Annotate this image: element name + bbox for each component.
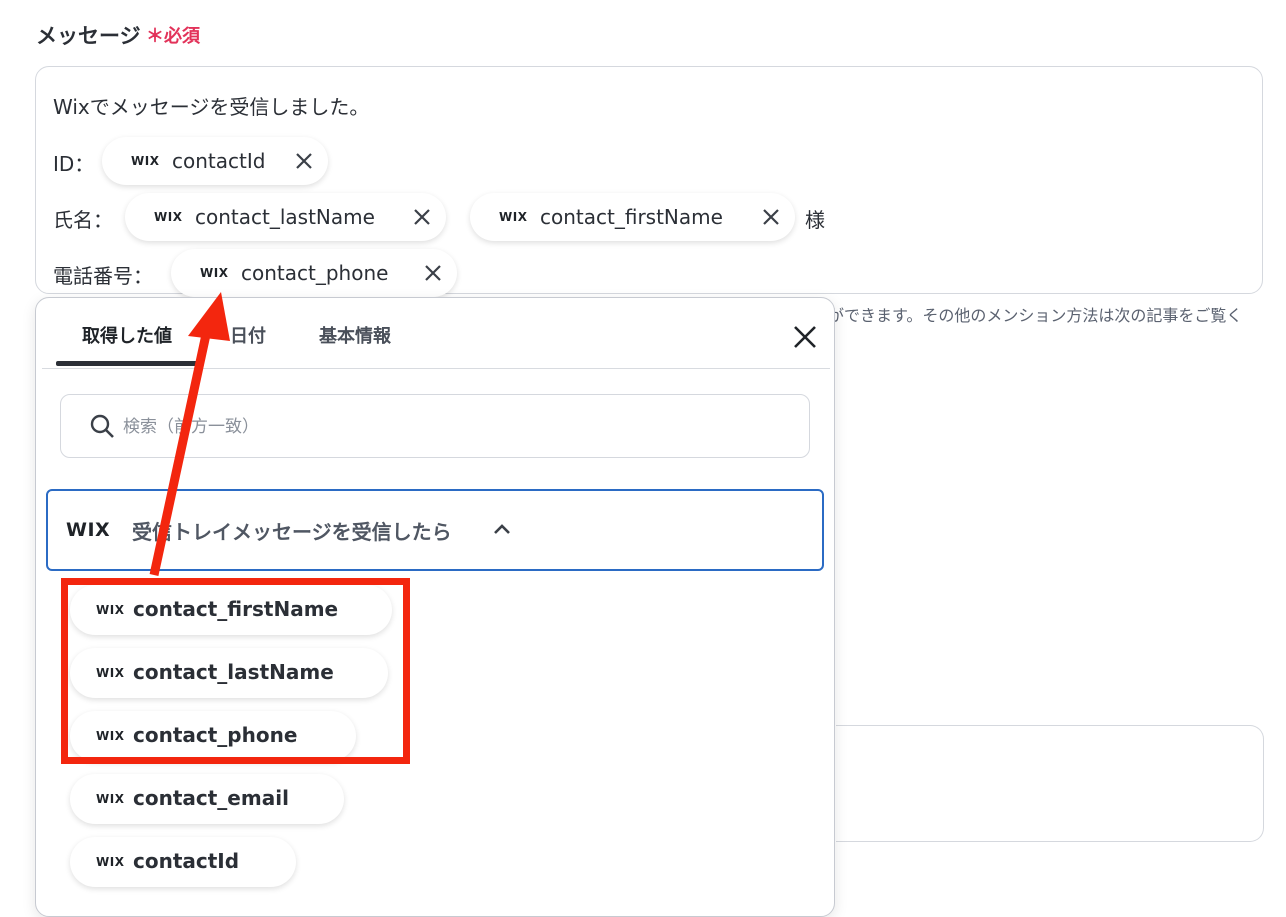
mention-hint-text: ができます。その他のメンション方法は次の記事をご覧く	[828, 306, 1243, 325]
chip-contact-phone[interactable]: WIX contact_phone	[171, 249, 457, 297]
id-prefix: ID：	[53, 152, 95, 176]
remove-chip-icon[interactable]	[292, 149, 316, 173]
chip-label: contact_firstName	[540, 205, 723, 229]
wix-logo-icon: WIX	[200, 266, 229, 280]
chip-label: contact_phone	[241, 261, 389, 285]
chevron-up-icon[interactable]	[492, 522, 512, 536]
chip-contact-firstName[interactable]: WIX contact_firstName	[470, 193, 795, 241]
close-icon[interactable]	[790, 322, 820, 352]
trigger-section-header[interactable]: WIX 受信トレイメッセージを受信したら	[46, 489, 824, 571]
section-title: 受信トレイメッセージを受信したら	[132, 520, 452, 544]
message-line-1: Wixでメッセージを受信しました。	[53, 95, 370, 119]
wix-logo-icon: WIX	[96, 792, 125, 806]
highlight-box	[61, 578, 410, 764]
search-box	[60, 394, 810, 458]
item-label: contact_email	[133, 786, 289, 810]
required-indicator: ＊必須	[146, 22, 200, 48]
message-editor[interactable]: Wixでメッセージを受信しました。 ID： WIX contactId 氏名： …	[35, 66, 1263, 297]
name-prefix: 氏名：	[53, 208, 113, 232]
active-tab-indicator	[56, 361, 202, 366]
tab-retrieved-values[interactable]: 取得した値	[82, 322, 172, 348]
remove-chip-icon[interactable]	[410, 205, 434, 229]
item-label: contactId	[133, 849, 240, 873]
name-suffix: 様	[805, 208, 825, 232]
search-input[interactable]	[121, 411, 765, 443]
tab-date[interactable]: 日付	[230, 322, 266, 348]
wix-logo-icon: WIX	[499, 210, 528, 224]
list-item-contact-email[interactable]: WIX contact_email	[70, 774, 344, 824]
tab-basic-info[interactable]: 基本情報	[319, 322, 391, 348]
remove-chip-icon[interactable]	[421, 261, 445, 285]
chip-label: contact_lastName	[195, 205, 375, 229]
wix-logo-icon: WIX	[131, 154, 160, 168]
required-asterisk: ＊	[146, 26, 164, 47]
chip-label: contactId	[172, 149, 266, 173]
search-icon	[90, 414, 114, 438]
remove-chip-icon[interactable]	[759, 205, 783, 229]
wix-logo-icon: WIX	[154, 210, 183, 224]
chip-contactId[interactable]: WIX contactId	[102, 137, 328, 185]
background-input-box[interactable]	[836, 725, 1264, 842]
list-item-contactId[interactable]: WIX contactId	[70, 837, 296, 887]
chip-contact-lastName[interactable]: WIX contact_lastName	[125, 193, 446, 241]
wix-logo-icon: WIX	[66, 519, 111, 541]
required-text: 必須	[164, 26, 200, 47]
phone-prefix: 電話番号：	[53, 264, 153, 288]
panel-tabs: 取得した値 日付 基本情報	[42, 298, 830, 369]
message-field-label: メッセージ	[36, 24, 141, 48]
wix-logo-icon: WIX	[96, 855, 125, 869]
